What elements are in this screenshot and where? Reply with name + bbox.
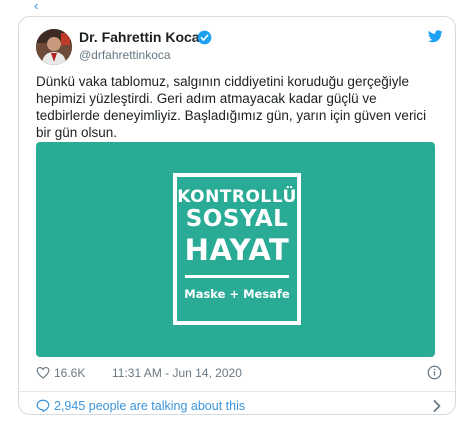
top-fragment: ‹ — [34, 0, 39, 13]
divider — [19, 391, 455, 392]
tweet-card[interactable]: Dr. Fahrettin Koca @drfahrettinkoca Dünk… — [18, 16, 456, 415]
avatar-image — [36, 29, 72, 65]
logo-frame: KONTROLLÜ SOSYAL HAYAT Maske + Mesafe — [173, 173, 301, 325]
chevron-right-icon — [433, 400, 441, 412]
avatar[interactable] — [36, 29, 72, 65]
conversation-link[interactable]: 2,945 people are talking about this — [36, 398, 446, 414]
author-name[interactable]: Dr. Fahrettin Koca — [79, 29, 200, 45]
verified-badge-icon — [197, 30, 212, 45]
logo-line-1: KONTROLLÜ — [177, 187, 297, 207]
speech-bubble-icon — [36, 399, 50, 412]
logo-divider — [185, 275, 289, 278]
info-icon[interactable] — [427, 365, 442, 380]
logo-tagline: Maske + Mesafe — [184, 287, 290, 301]
tweet-meta: 16.6K 11:31 AM - Jun 14, 2020 — [36, 365, 442, 381]
twitter-bird-icon[interactable] — [428, 30, 443, 43]
tweet-media-image[interactable]: KONTROLLÜ SOSYAL HAYAT Maske + Mesafe — [36, 142, 435, 357]
timestamp[interactable]: 11:31 AM - Jun 14, 2020 — [112, 366, 242, 380]
author-handle[interactable]: @drfahrettinkoca — [79, 48, 171, 62]
like-count[interactable]: 16.6K — [54, 366, 85, 380]
conversation-text[interactable]: 2,945 people are talking about this — [54, 399, 245, 413]
heart-icon[interactable] — [36, 366, 50, 379]
tweet-text: Dünkü vaka tablomuz, salgının ciddiyetin… — [36, 74, 427, 140]
logo-line-3: HAYAT — [184, 233, 290, 267]
logo-line-2: SOSYAL — [185, 206, 289, 232]
